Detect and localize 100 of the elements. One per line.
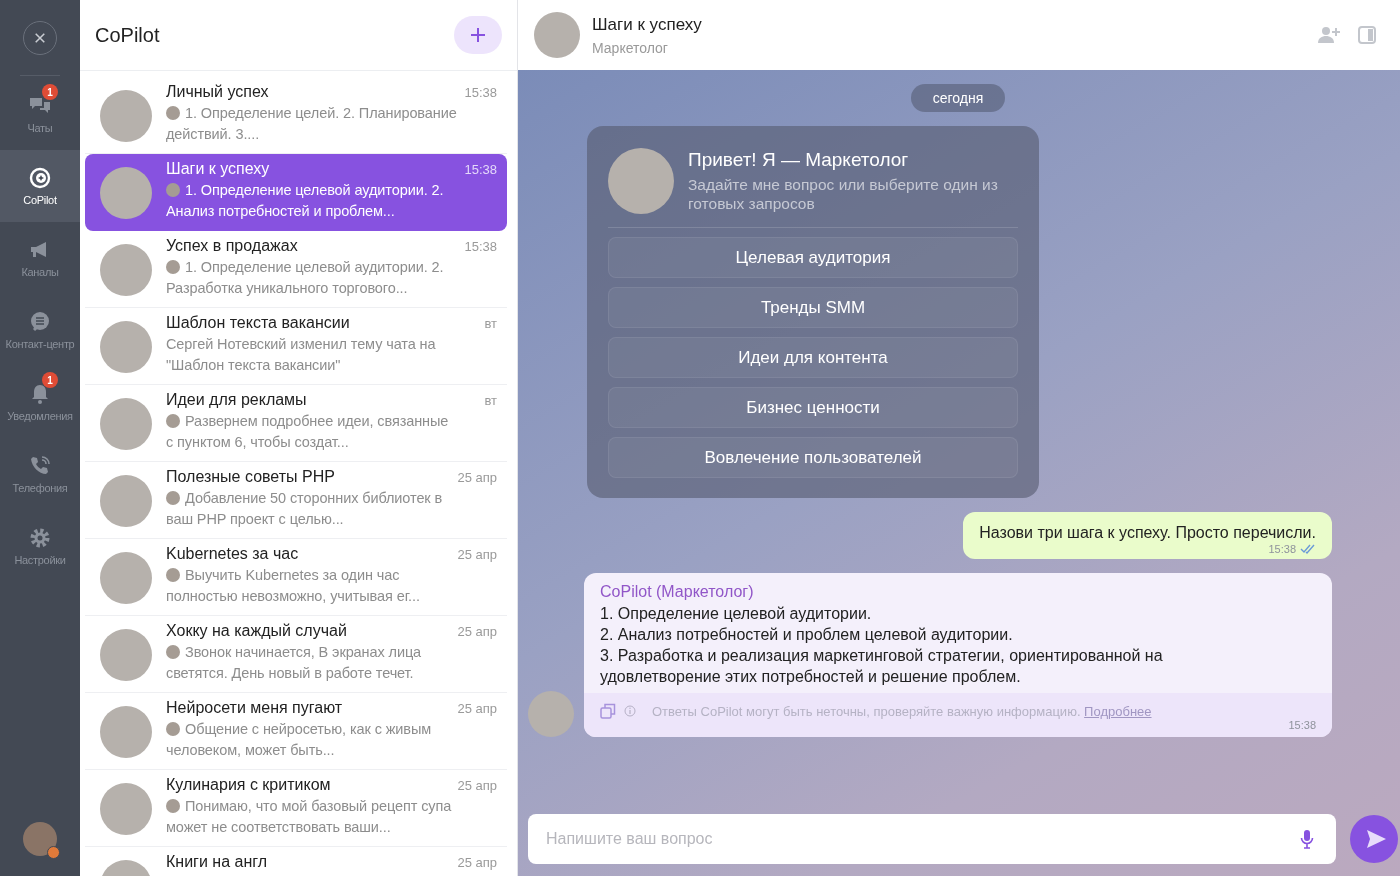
- avatar: [100, 629, 152, 681]
- message-preview: Понимаю, что мой базовый рецепт супа может не соответствовать ваши...: [166, 797, 453, 837]
- info-icon: [624, 705, 636, 717]
- nav-label: Уведомления: [7, 410, 73, 422]
- chat-title: Идеи для рекламы: [166, 391, 307, 409]
- nav-label: CoPilot: [23, 194, 57, 206]
- chat-title: Нейросети меня пугают: [166, 699, 343, 717]
- panel-title: CoPilot: [95, 23, 160, 47]
- avatar: [100, 167, 152, 219]
- status-indicator: [47, 846, 60, 859]
- prompt-button[interactable]: Целевая аудитория: [608, 237, 1018, 278]
- user-avatar[interactable]: [23, 822, 57, 856]
- prompt-button[interactable]: Бизнес ценности: [608, 387, 1018, 428]
- avatar: [100, 706, 152, 758]
- message-text: 1. Определение целевой аудитории.: [600, 604, 873, 624]
- message-text: 2. Анализ потребностей и проблем целевой аудитории.: [600, 625, 1014, 645]
- chat-subtitle: Маркетолог: [592, 39, 669, 56]
- chat-item[interactable]: Kubernetes за час 25 апр Выучить Kubernetes за один час полностью невозможно, учитывая ег...: [85, 539, 507, 616]
- count-badge: 1: [42, 372, 58, 388]
- message-preview: 1. Определение целей. 2. Планирование действий. 3....: [166, 104, 458, 144]
- chat-item[interactable]: Книги на англ 25 апр: [85, 847, 507, 876]
- chat-time: 25 апр: [457, 855, 497, 870]
- chat-title: Личный успех: [166, 83, 269, 101]
- chat-time: 25 апр: [457, 547, 497, 562]
- welcome-title: Привет! Я — Маркетолог: [688, 149, 910, 171]
- new-chat-button[interactable]: [454, 16, 502, 54]
- send-button[interactable]: [1350, 815, 1398, 863]
- gear-icon: [28, 526, 52, 550]
- message-preview: Звонок начинается, В экранах лица светятся. День новый в работе течет.: [166, 643, 423, 683]
- chat-time: 25 апр: [457, 470, 497, 485]
- message-time: 15:38: [1268, 543, 1296, 555]
- nav-label: Телефония: [12, 482, 68, 494]
- nav-label: Чаты: [27, 122, 53, 134]
- prompt-button[interactable]: Вовлечение пользователей: [608, 437, 1018, 478]
- message-text: 3. Разработка и реализация маркетинговой стратегии, ориентированной на удовлетворение этих потребностей и решение проблем.: [600, 646, 1164, 687]
- message-text: Назови три шага к успеху. Просто перечисли.: [979, 524, 1316, 542]
- avatar: [100, 783, 152, 835]
- avatar: [100, 244, 152, 296]
- avatar: [100, 90, 152, 142]
- nav-item[interactable]: 1 Чаты: [0, 78, 80, 150]
- sparkle-circle-icon: [28, 166, 52, 190]
- chat-title: Книги на англ: [166, 853, 268, 871]
- chat-title: Шаги к успеху: [166, 160, 270, 178]
- chat-title: Полезные советы PHP: [166, 468, 335, 486]
- message-time: 15:38: [1288, 719, 1316, 731]
- chat-item[interactable]: Нейросети меня пугают 25 апр Общение с нейросетью, как с живым человеком, может быть...: [85, 693, 507, 770]
- chat-item[interactable]: Хокку на каждый случай 25 апр Звонок начинается, В экранах лица светятся. День новый в работе течет.: [85, 616, 507, 693]
- chat-title: Шаги к успеху: [592, 14, 703, 35]
- nav-item[interactable]: Каналы: [0, 222, 80, 294]
- microphone-icon[interactable]: [1300, 829, 1314, 849]
- chat-title: Кулинария с критиком: [166, 776, 331, 794]
- chat-time: вт: [484, 393, 497, 408]
- chat-time: 15:38: [464, 162, 497, 177]
- chat-time: вт: [484, 316, 497, 331]
- nav-item[interactable]: 1 Уведомления: [0, 366, 80, 438]
- message-input[interactable]: Напишите ваш вопрос: [528, 814, 1336, 864]
- nav-label: Каналы: [21, 266, 59, 278]
- copy-icon[interactable]: [600, 703, 616, 719]
- chat-item[interactable]: Шаблон текста вакансии вт Сергей Нотевский изменил тему чата на "Шаблон текста вакансии": [85, 308, 507, 385]
- avatar: [100, 475, 152, 527]
- plus-icon[interactable]: [470, 27, 486, 43]
- chat-title: Хокку на каждый случай: [166, 622, 347, 640]
- send-icon[interactable]: [1365, 828, 1387, 850]
- chat-title: Kubernetes за час: [166, 545, 299, 563]
- avatar: [100, 321, 152, 373]
- avatar: [528, 691, 574, 737]
- avatar: [534, 12, 580, 58]
- chat-item[interactable]: Идеи для рекламы вт Развернем подробнее идеи, связанные с пунктом 6, чтобы создат...: [85, 385, 507, 462]
- chat-time: 15:38: [464, 85, 497, 100]
- list-bubble-icon: [28, 310, 52, 334]
- chat-title: Успех в продажах: [166, 237, 298, 255]
- prompt-button[interactable]: Тренды SMM: [608, 287, 1018, 328]
- message-preview: 1. Определение целевой аудитории. 2. Анализ потребностей и проблем...: [166, 181, 445, 221]
- chat-time: 25 апр: [457, 701, 497, 716]
- avatar: [100, 398, 152, 450]
- chat-time: 25 апр: [457, 778, 497, 793]
- sender-name: CoPilot (Маркетолог): [600, 583, 755, 601]
- avatar: [100, 552, 152, 604]
- welcome-subtitle: Задайте мне вопрос или выберите один из готовых запросов: [688, 175, 999, 213]
- chat-item[interactable]: Кулинария с критиком 25 апр Понимаю, что мой базовый рецепт супа может не соответствовать ваши...: [85, 770, 507, 847]
- chat-item[interactable]: Полезные советы PHP 25 апр Добавление 50 сторонних библиотек в ваш PHP проект с целью...: [85, 462, 507, 539]
- nav-item[interactable]: Телефония: [0, 438, 80, 510]
- disclaimer-text: Ответы CoPilot могут быть неточны, проверяйте важную информацию. Подробнее: [652, 703, 1152, 719]
- chat-item[interactable]: Шаги к успеху 15:38 1. Определение целевой аудитории. 2. Анализ потребностей и проблем...: [85, 154, 507, 231]
- chat-title: Шаблон текста вакансии: [166, 314, 350, 332]
- nav-item[interactable]: CoPilot: [0, 150, 80, 222]
- nav-label: Настройки: [14, 554, 66, 566]
- date-label: сегодня: [910, 84, 1006, 112]
- nav-item[interactable]: Настройки: [0, 510, 80, 582]
- message-preview: Общение с нейросетью, как с живым человеком, может быть...: [166, 720, 433, 760]
- message-preview: Развернем подробнее идеи, связанные с пунктом 6, чтобы создат...: [166, 412, 450, 452]
- chat-item[interactable]: Успех в продажах 15:38 1. Определение целевой аудитории. 2. Разработка уникального торгового...: [85, 231, 507, 308]
- chat-time: 15:38: [464, 239, 497, 254]
- prompt-button[interactable]: Идеи для контента: [608, 337, 1018, 378]
- nav-item[interactable]: Контакт-центр: [0, 294, 80, 366]
- message-preview: Сергей Нотевский изменил тему чата на "Шаблон текста вакансии": [166, 335, 437, 375]
- message-preview: Добавление 50 сторонних библиотек в ваш PHP проект с целью...: [166, 489, 444, 529]
- count-badge: 1: [42, 84, 58, 100]
- message-preview: Выучить Kubernetes за один час полностью невозможно, учитывая ег...: [166, 566, 421, 606]
- close-icon[interactable]: [34, 32, 46, 44]
